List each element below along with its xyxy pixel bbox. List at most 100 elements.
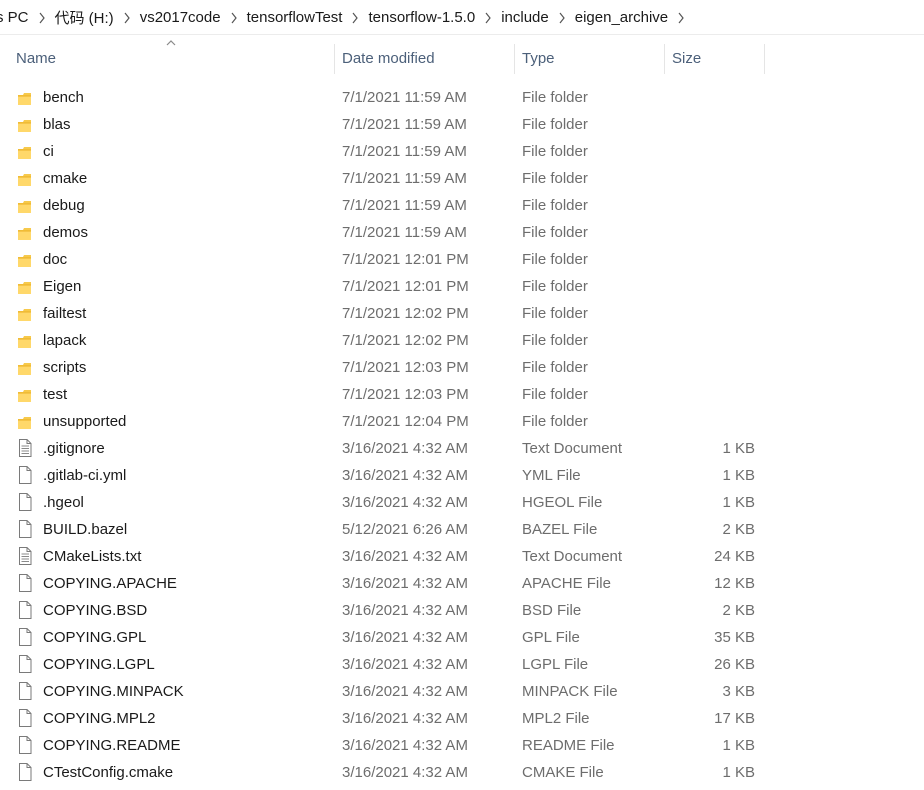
folder-row[interactable]: bench 7/1/2021 11:59 AM File folder (0, 84, 924, 111)
file-row[interactable]: .gitignore 3/16/2021 4:32 AM Text Document… (0, 435, 924, 462)
file-size (664, 327, 755, 354)
chevron-right-icon[interactable] (114, 9, 140, 25)
file-type: HGEOL File (522, 494, 603, 511)
file-date-modified: 7/1/2021 12:01 PM (342, 278, 469, 295)
chevron-right-icon[interactable] (475, 9, 501, 25)
folder-row[interactable]: lapack 7/1/2021 12:02 PM File folder (0, 327, 924, 354)
folder-row[interactable]: ci 7/1/2021 11:59 AM File folder (0, 138, 924, 165)
file-name[interactable]: COPYING.APACHE (43, 570, 177, 597)
file-name[interactable]: scripts (43, 354, 86, 381)
file-name[interactable]: .gitignore (43, 435, 105, 462)
chevron-right-icon[interactable] (668, 9, 694, 25)
file-row[interactable]: .hgeol 3/16/2021 4:32 AM HGEOL File 1 KB (0, 489, 924, 516)
file-size (664, 192, 755, 219)
file-name[interactable]: COPYING.MINPACK (43, 678, 184, 705)
folder-row[interactable]: scripts 7/1/2021 12:03 PM File folder (0, 354, 924, 381)
file-type: MPL2 File (522, 710, 590, 727)
file-name[interactable]: lapack (43, 327, 86, 354)
chevron-right-icon[interactable] (221, 9, 247, 25)
folder-row[interactable]: Eigen 7/1/2021 12:01 PM File folder (0, 273, 924, 300)
file-name[interactable]: demos (43, 219, 88, 246)
file-date-modified: 7/1/2021 12:03 PM (342, 359, 469, 376)
file-name[interactable]: COPYING.GPL (43, 624, 146, 651)
breadcrumb-item[interactable]: 代码 (H:) (55, 7, 114, 28)
file-size: 35 KB (714, 629, 755, 646)
column-header-name[interactable]: Name (8, 44, 342, 74)
file-icon (17, 759, 37, 786)
column-header-date-modified[interactable]: Date modified (334, 44, 522, 74)
file-type: File folder (522, 305, 588, 322)
file-row[interactable]: CMakeLists.txt 3/16/2021 4:32 AM Text Docu… (0, 543, 924, 570)
breadcrumb-item[interactable]: tensorflow-1.5.0 (368, 9, 475, 26)
file-name[interactable]: .gitlab-ci.yml (43, 462, 126, 489)
file-name[interactable]: bench (43, 84, 84, 111)
file-row[interactable]: CTestConfig.cmake 3/16/2021 4:32 AM CMAKE … (0, 759, 924, 786)
file-name[interactable]: debug (43, 192, 85, 219)
breadcrumb-item[interactable]: eigen_archive (575, 9, 668, 26)
file-name[interactable]: doc (43, 246, 67, 273)
file-size: 17 KB (714, 710, 755, 727)
file-size (664, 273, 755, 300)
folder-row[interactable]: cmake 7/1/2021 11:59 AM File folder (0, 165, 924, 192)
chevron-right-icon[interactable] (342, 9, 368, 25)
file-name[interactable]: COPYING.MPL2 (43, 705, 156, 732)
file-type: Text Document (522, 440, 623, 457)
file-name[interactable]: COPYING.LGPL (43, 651, 155, 678)
file-type: MINPACK File (522, 683, 618, 700)
file-row[interactable]: COPYING.MPL2 3/16/2021 4:32 AM MPL2 File 17… (0, 705, 924, 732)
folder-row[interactable]: failtest 7/1/2021 12:02 PM File folder (0, 300, 924, 327)
file-type: File folder (522, 251, 588, 268)
file-row[interactable]: COPYING.LGPL 3/16/2021 4:32 AM LGPL File 26… (0, 651, 924, 678)
breadcrumb-item[interactable]: s PC (0, 9, 29, 26)
file-name[interactable]: cmake (43, 165, 87, 192)
file-name[interactable]: BUILD.bazel (43, 516, 127, 543)
folder-row[interactable]: blas 7/1/2021 11:59 AM File folder (0, 111, 924, 138)
file-name[interactable]: unsupported (43, 408, 126, 435)
file-date-modified: 3/16/2021 4:32 AM (342, 656, 468, 673)
folder-row[interactable]: unsupported 7/1/2021 12:04 PM File folder (0, 408, 924, 435)
file-size: 2 KB (722, 521, 755, 538)
folder-row[interactable]: test 7/1/2021 12:03 PM File folder (0, 381, 924, 408)
column-header-row: Name Date modified Type Size (0, 38, 924, 80)
file-row[interactable]: COPYING.MINPACK 3/16/2021 4:32 AM MINPACK … (0, 678, 924, 705)
file-size: 3 KB (722, 683, 755, 700)
file-name[interactable]: .hgeol (43, 489, 84, 516)
file-size: 1 KB (722, 494, 755, 511)
file-row[interactable]: BUILD.bazel 5/12/2021 6:26 AM BAZEL File 2 … (0, 516, 924, 543)
folder-row[interactable]: demos 7/1/2021 11:59 AM File folder (0, 219, 924, 246)
file-size (664, 84, 755, 111)
file-row[interactable]: COPYING.GPL 3/16/2021 4:32 AM GPL File 35 K… (0, 624, 924, 651)
breadcrumb-item[interactable]: include (501, 9, 549, 26)
file-row[interactable]: COPYING.APACHE 3/16/2021 4:32 AM APACHE Fi… (0, 570, 924, 597)
file-size: 26 KB (714, 656, 755, 673)
file-name[interactable]: Eigen (43, 273, 81, 300)
file-row[interactable]: COPYING.BSD 3/16/2021 4:32 AM BSD File 2 KB (0, 597, 924, 624)
file-date-modified: 3/16/2021 4:32 AM (342, 683, 468, 700)
folder-row[interactable]: doc 7/1/2021 12:01 PM File folder (0, 246, 924, 273)
chevron-right-icon[interactable] (29, 9, 55, 25)
breadcrumb-item[interactable]: vs2017code (140, 9, 221, 26)
file-name[interactable]: COPYING.README (43, 732, 181, 759)
file-name[interactable]: CMakeLists.txt (43, 543, 141, 570)
file-icon (17, 678, 37, 705)
file-name[interactable]: failtest (43, 300, 86, 327)
file-name[interactable]: ci (43, 138, 54, 165)
file-row[interactable]: .gitlab-ci.yml 3/16/2021 4:32 AM YML File 1… (0, 462, 924, 489)
file-name[interactable]: CTestConfig.cmake (43, 759, 173, 786)
file-type: Text Document (522, 548, 623, 565)
column-header-size[interactable]: Size (664, 44, 772, 74)
file-size (664, 165, 755, 192)
file-row[interactable]: COPYING.README 3/16/2021 4:32 AM README Fi… (0, 732, 924, 759)
file-name[interactable]: COPYING.BSD (43, 597, 147, 624)
column-header-type[interactable]: Type (514, 44, 672, 74)
chevron-right-icon[interactable] (549, 9, 575, 25)
file-name[interactable]: blas (43, 111, 71, 138)
file-date-modified: 7/1/2021 12:01 PM (342, 251, 469, 268)
file-size: 1 KB (722, 737, 755, 754)
breadcrumb-item[interactable]: tensorflowTest (247, 9, 343, 26)
breadcrumb: s PC 代码 (H:) vs2017code tensorflowTest tenso… (0, 0, 924, 35)
column-divider[interactable] (764, 44, 765, 74)
file-date-modified: 5/12/2021 6:26 AM (342, 521, 468, 538)
file-name[interactable]: test (43, 381, 67, 408)
folder-row[interactable]: debug 7/1/2021 11:59 AM File folder (0, 192, 924, 219)
